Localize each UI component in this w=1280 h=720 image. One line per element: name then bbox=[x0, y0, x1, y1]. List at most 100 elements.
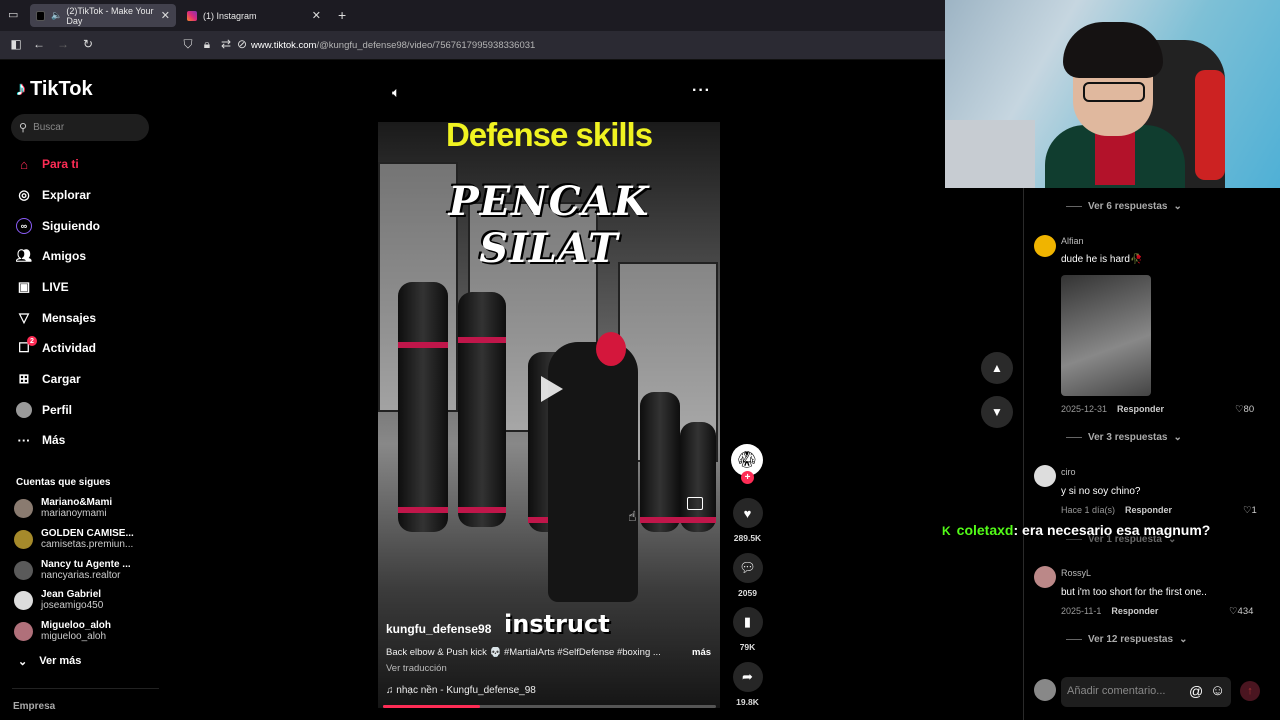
comment-text: but i'm too short for the first one.. bbox=[1061, 587, 1207, 598]
play-icon[interactable] bbox=[541, 376, 563, 402]
account-handle: camisetas.premiun... bbox=[41, 539, 134, 550]
reply-button[interactable]: Responder bbox=[1125, 505, 1172, 515]
comment-username[interactable]: ciro bbox=[1061, 467, 1076, 477]
tracking-icon[interactable]: ⊘ bbox=[234, 37, 250, 51]
tab-tiktok[interactable]: 🔈 (2)TikTok - Make Your Day ✕ bbox=[30, 4, 176, 27]
punching-bag bbox=[680, 422, 716, 532]
tab-list-icon[interactable]: ▭ bbox=[8, 8, 18, 21]
fighter-mask bbox=[596, 332, 626, 366]
speaker-icon[interactable]: 🔈 bbox=[51, 10, 62, 21]
instagram-favicon-icon bbox=[187, 10, 197, 21]
nav-cargar[interactable]: ⊞ Cargar bbox=[16, 371, 81, 387]
following-account[interactable]: Jean Gabriel joseamigo450 bbox=[14, 589, 103, 611]
nav-label: Explorar bbox=[42, 188, 91, 202]
nav-label: Mensajes bbox=[42, 311, 97, 325]
upload-icon: ⊞ bbox=[18, 371, 30, 386]
permissions-icon[interactable]: ⇄ bbox=[218, 37, 234, 51]
view-replies-button[interactable]: Ver 12 respuestas ⌄ bbox=[1066, 634, 1187, 645]
following-account[interactable]: Nancy tu Agente ... nancyarias.realtor bbox=[14, 559, 131, 581]
nav-live[interactable]: ▣ LIVE bbox=[16, 279, 69, 295]
nav-perfil[interactable]: Perfil bbox=[16, 402, 72, 418]
url-field[interactable]: www.tiktok.com/@kungfu_defense98/video/7… bbox=[251, 40, 535, 51]
nav-explorar[interactable]: ◎ Explorar bbox=[16, 187, 91, 203]
account-name: Migueloo_aloh bbox=[41, 620, 111, 631]
nav-label: Más bbox=[42, 433, 66, 447]
avatar[interactable] bbox=[1034, 465, 1056, 487]
like-count: 1 bbox=[1251, 505, 1257, 516]
video-description: Back elbow & Push kick 💀 #MartialArts #S… bbox=[386, 647, 661, 658]
chevron-down-icon: ⌄ bbox=[1179, 634, 1188, 645]
comment-likes[interactable]: ♡434 bbox=[1229, 606, 1253, 617]
reply-button[interactable]: Responder bbox=[1117, 404, 1164, 414]
view-replies-button[interactable]: Ver 3 respuestas ⌄ bbox=[1066, 432, 1182, 443]
volume-icon[interactable]: 🔈︎ bbox=[392, 84, 400, 101]
tab-instagram[interactable]: (1) Instagram ✕ bbox=[181, 4, 327, 27]
comment-meta: 2025-12-31 Responder bbox=[1061, 404, 1164, 414]
avatar bbox=[14, 590, 33, 610]
comment-username[interactable]: Alfian bbox=[1061, 236, 1084, 246]
tiktok-logo[interactable]: ♪ TikTok bbox=[16, 78, 93, 101]
shield-icon[interactable]: ⛉ bbox=[180, 37, 196, 52]
picture-in-picture-icon[interactable] bbox=[687, 497, 703, 510]
comment-input[interactable]: Añadir comentario... bbox=[1061, 677, 1231, 707]
translate-link[interactable]: Ver traducción bbox=[386, 663, 447, 674]
previous-video-button[interactable]: ▲ bbox=[981, 352, 1013, 384]
company-link[interactable]: Empresa bbox=[13, 701, 55, 712]
next-video-button[interactable]: ▼ bbox=[981, 396, 1013, 428]
more-options-icon[interactable]: ··· bbox=[692, 82, 711, 100]
share-action[interactable]: ➦ 19.8K bbox=[731, 662, 764, 707]
emoji-icon[interactable]: ☺ bbox=[1210, 682, 1225, 699]
comment-username[interactable]: RossyL bbox=[1061, 568, 1091, 578]
music-label[interactable]: ♫ nhạc nền - Kungfu_defense_98 bbox=[386, 685, 536, 696]
nav-mensajes[interactable]: ▽ Mensajes bbox=[16, 310, 96, 326]
forward-icon[interactable]: → bbox=[55, 37, 71, 51]
avatar bbox=[14, 529, 33, 549]
comment-text: dude he is hard🥀 bbox=[1061, 254, 1143, 265]
nav-actividad[interactable]: ☐ 2 Actividad bbox=[16, 336, 96, 356]
comment-image[interactable] bbox=[1061, 275, 1151, 396]
avatar[interactable] bbox=[1034, 566, 1056, 588]
comment-likes[interactable]: ♡80 bbox=[1235, 404, 1254, 415]
view-replies-label: Ver 6 respuestas bbox=[1088, 201, 1168, 212]
avatar[interactable] bbox=[1034, 235, 1056, 257]
view-replies-button[interactable]: Ver 6 respuestas ⌄ bbox=[1066, 201, 1182, 212]
close-tab-icon[interactable]: ✕ bbox=[312, 9, 321, 22]
send-button[interactable]: ↑ bbox=[1240, 681, 1260, 701]
nav-label: Para ti bbox=[42, 157, 79, 171]
url-domain: www.tiktok.com bbox=[251, 40, 317, 51]
account-handle: migueloo_aloh bbox=[41, 631, 107, 642]
avatar bbox=[14, 498, 33, 518]
account-handle: nancyarias.realtor bbox=[41, 570, 121, 581]
nav-amigos[interactable]: 👥︎ Amigos bbox=[16, 248, 86, 264]
close-tab-icon[interactable]: ✕ bbox=[161, 9, 170, 22]
heart-outline-icon: ♡ bbox=[1243, 505, 1252, 516]
comment-likes[interactable]: ♡1 bbox=[1243, 505, 1257, 516]
back-icon[interactable]: ← bbox=[31, 37, 47, 51]
video-author[interactable]: kungfu_defense98 bbox=[386, 622, 491, 636]
lock-icon[interactable]: 🔒︎ bbox=[199, 37, 215, 52]
nav-siguiendo[interactable]: ∞ Siguiendo bbox=[16, 218, 100, 234]
follow-plus-icon[interactable]: + bbox=[741, 471, 754, 484]
new-tab-button[interactable]: + bbox=[338, 7, 346, 23]
nav-mas[interactable]: ··· Más bbox=[16, 432, 66, 448]
webcam-overlay bbox=[945, 0, 1280, 188]
following-account[interactable]: Mariano&Mami marianoymami bbox=[14, 497, 112, 519]
avatar bbox=[1034, 679, 1056, 701]
reload-icon[interactable]: ↻ bbox=[80, 37, 96, 51]
friends-icon: 👥︎ bbox=[15, 248, 33, 263]
reply-button[interactable]: Responder bbox=[1111, 606, 1158, 616]
following-account[interactable]: Migueloo_aloh migueloo_aloh bbox=[14, 620, 111, 642]
comment-action[interactable]: 💬︎ 2059 bbox=[731, 553, 764, 598]
sidebar-toggle-icon[interactable]: ◧ bbox=[8, 37, 24, 51]
following-account[interactable]: GOLDEN CAMISE... camisetas.premiun... bbox=[14, 528, 134, 550]
like-action[interactable]: ♥ 289.5K bbox=[731, 498, 764, 543]
see-more-button[interactable]: ⌄ Ver más bbox=[18, 655, 81, 668]
mention-icon[interactable]: @ bbox=[1189, 683, 1203, 699]
search-input[interactable]: ⚲ Buscar bbox=[11, 114, 149, 141]
description-more-button[interactable]: más bbox=[692, 647, 711, 658]
save-action[interactable]: ▮ 79K bbox=[731, 607, 764, 652]
account-name: Nancy tu Agente ... bbox=[41, 559, 131, 570]
comment-date: Hace 1 día(s) bbox=[1061, 505, 1116, 515]
search-placeholder: Buscar bbox=[33, 122, 65, 133]
nav-para-ti[interactable]: ⌂ Para ti bbox=[16, 156, 79, 172]
